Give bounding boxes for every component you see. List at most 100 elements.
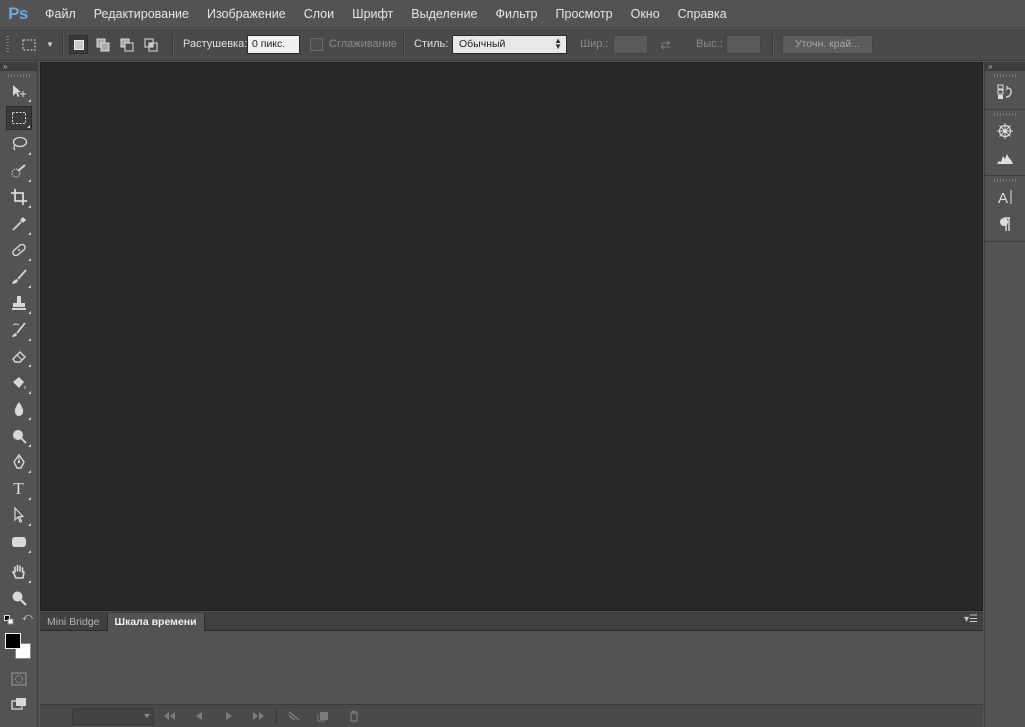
rect-marquee-tool[interactable] — [5, 105, 32, 130]
dodge-tool[interactable] — [6, 424, 32, 448]
feather-input[interactable]: 0 пикс. — [247, 35, 300, 54]
next-frame-icon — [253, 712, 264, 720]
antialias-checkbox[interactable] — [310, 38, 323, 51]
height-label: Выс.: — [696, 38, 723, 50]
path-selection-tool[interactable] — [6, 503, 32, 527]
quick-selection-tool[interactable] — [6, 159, 32, 183]
crop-tool[interactable] — [6, 185, 32, 209]
menu-edit[interactable]: Редактирование — [85, 0, 198, 28]
menu-layer[interactable]: Слои — [295, 0, 343, 28]
rounded-rect-icon — [11, 536, 26, 547]
tool-preset-picker[interactable]: ▼ — [20, 35, 56, 54]
healing-brush-tool[interactable] — [6, 238, 32, 262]
tween-button[interactable] — [279, 707, 309, 725]
quick-mask-button[interactable] — [6, 667, 32, 691]
lasso-icon — [12, 136, 27, 151]
tools-panel: » T ⤺ — [0, 62, 38, 727]
history-brush-icon — [11, 321, 26, 337]
blur-tool[interactable] — [6, 397, 32, 421]
brush-icon — [11, 268, 27, 284]
quick-selection-icon — [11, 163, 26, 177]
default-colors-icon[interactable] — [4, 614, 14, 624]
history-brush-tool[interactable] — [6, 318, 32, 342]
brush-tool[interactable] — [6, 265, 32, 289]
paragraph-panel-button[interactable] — [990, 211, 1020, 237]
delete-frame-button[interactable] — [339, 707, 369, 725]
menu-filter[interactable]: Фильтр — [487, 0, 547, 28]
divider — [276, 708, 277, 724]
rect-marquee-icon — [22, 39, 36, 50]
eraser-tool[interactable] — [6, 344, 32, 368]
intersect-selection-button[interactable] — [141, 35, 160, 54]
width-input[interactable] — [613, 35, 648, 54]
character-panel-button[interactable]: A — [990, 184, 1020, 210]
subtract-from-selection-button[interactable] — [117, 35, 136, 54]
panel-tabs: Mini Bridge Шкала времени ▾☰ — [40, 613, 983, 631]
menu-file[interactable]: Файл — [36, 0, 85, 28]
dock-grip[interactable] — [994, 113, 1016, 116]
first-frame-button[interactable] — [154, 707, 184, 725]
tools-panel-grip[interactable] — [7, 74, 30, 77]
tab-timeline[interactable]: Шкала времени — [107, 613, 205, 631]
foreground-color-swatch[interactable] — [4, 632, 21, 649]
play-button[interactable] — [214, 707, 244, 725]
refine-edge-button[interactable]: Уточн. край... — [782, 35, 873, 54]
quick-mask-icon — [11, 672, 26, 685]
menu-select[interactable]: Выделение — [402, 0, 486, 28]
new-selection-icon — [73, 39, 84, 50]
height-input[interactable] — [726, 35, 761, 54]
dock-grip[interactable] — [994, 74, 1016, 77]
photoshop-logo[interactable]: Ps — [0, 0, 36, 28]
chevron-down-icon: ▼ — [46, 40, 54, 49]
loop-options-select[interactable] — [72, 707, 154, 725]
add-to-selection-button[interactable] — [93, 35, 112, 54]
svg-text:A: A — [998, 190, 1008, 206]
tab-mini-bridge[interactable]: Mini Bridge — [40, 613, 108, 631]
style-select[interactable]: Обычный ▲ ▼ — [452, 35, 567, 54]
eyedropper-icon — [11, 216, 26, 231]
dock-grip[interactable] — [994, 179, 1016, 182]
new-selection-button[interactable] — [69, 35, 88, 54]
swap-dimensions-icon[interactable]: ⇄ — [660, 37, 671, 53]
add-selection-icon — [96, 38, 109, 51]
dock-collapse[interactable]: » — [985, 62, 1025, 71]
subtract-selection-icon — [120, 38, 133, 51]
duplicate-frame-button[interactable] — [309, 707, 339, 725]
prev-frame-button[interactable] — [184, 707, 214, 725]
navigator-panel-button[interactable] — [990, 118, 1020, 144]
duplicate-frame-icon — [317, 712, 328, 722]
tools-panel-collapse[interactable]: » — [0, 62, 37, 71]
menu-view[interactable]: Просмотр — [547, 0, 622, 28]
move-tool[interactable] — [6, 79, 32, 103]
tween-icon — [288, 711, 300, 721]
lasso-tool[interactable] — [6, 132, 32, 156]
eyedropper-tool[interactable] — [6, 212, 32, 236]
swap-colors-icon[interactable]: ⤺ — [22, 612, 33, 623]
feather-label: Растушевка: — [183, 38, 248, 50]
next-frame-button[interactable] — [244, 707, 274, 725]
prev-frame-icon — [196, 712, 202, 720]
history-panel-button[interactable] — [990, 79, 1020, 105]
zoom-tool[interactable] — [6, 586, 32, 610]
hand-icon — [11, 564, 25, 579]
screen-mode-button[interactable] — [6, 693, 32, 717]
character-icon: A — [998, 190, 1012, 206]
histogram-panel-button[interactable] — [990, 145, 1020, 171]
menu-type[interactable]: Шрифт — [343, 0, 402, 28]
panel-menu-icon[interactable]: ▾☰ — [964, 614, 978, 625]
menu-window[interactable]: Окно — [622, 0, 669, 28]
antialias-label: Сглаживание — [329, 38, 397, 50]
document-canvas-area[interactable] — [40, 62, 983, 611]
rectangle-shape-tool[interactable] — [6, 530, 32, 554]
menu-help[interactable]: Справка — [669, 0, 736, 28]
hand-tool[interactable] — [6, 560, 32, 584]
menu-bar: Ps Файл Редактирование Изображение Слои … — [0, 0, 1025, 28]
pen-tool[interactable] — [6, 450, 32, 474]
delete-frame-icon — [350, 710, 358, 722]
options-bar-grip[interactable] — [6, 36, 9, 54]
paint-bucket-tool[interactable] — [6, 371, 32, 395]
clone-stamp-tool[interactable] — [6, 291, 32, 315]
color-swatches — [1, 629, 37, 663]
type-tool[interactable]: T — [6, 477, 32, 501]
menu-image[interactable]: Изображение — [198, 0, 295, 28]
